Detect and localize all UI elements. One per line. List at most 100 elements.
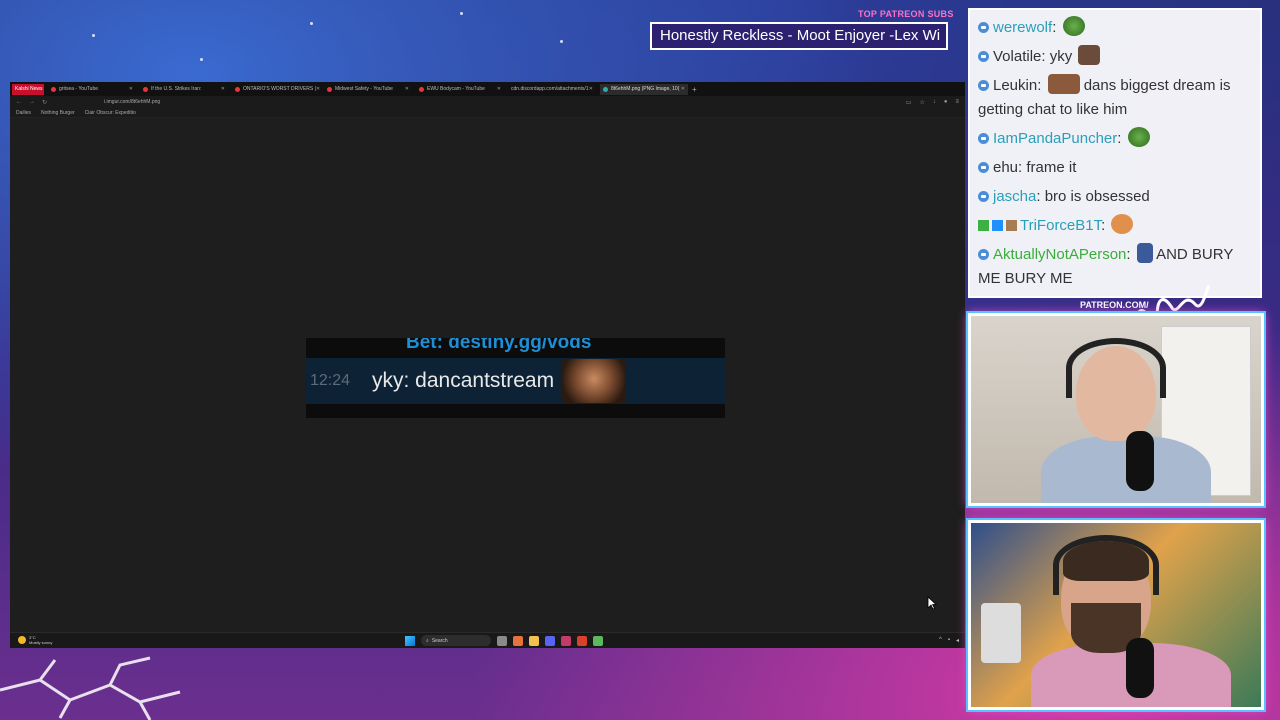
tab-discord[interactable]: cdn.discordapp.com/attachments/1 ✕ <box>508 84 596 95</box>
bookmark-nothing-burger[interactable]: Nothing Burger <box>41 110 75 116</box>
file-explorer-icon[interactable] <box>529 635 539 646</box>
close-icon[interactable]: ✕ <box>129 86 133 92</box>
chat-message: Leukin: dans biggest dream is getting ch… <box>978 74 1252 122</box>
new-tab-button[interactable]: + <box>692 85 697 94</box>
tab-ontario[interactable]: ONTARIO'S WORST DRIVERS | ✕ <box>232 84 320 95</box>
tab-label: cdn.discordapp.com/attachments/1 <box>511 86 589 92</box>
background-star <box>460 12 463 15</box>
chevron-up-icon[interactable]: ^ <box>939 637 942 644</box>
background-star <box>560 40 563 43</box>
sub-badge-icon <box>978 162 989 173</box>
image-viewer: Bet: destiny.gg/vods 12:24 yky: dancants… <box>10 118 965 632</box>
chat-text: yky <box>1049 48 1073 65</box>
taskbar-search[interactable]: ⌕ Search <box>421 635 491 646</box>
menu-icon[interactable]: ≡ <box>955 99 959 106</box>
tab-iran[interactable]: If the U.S. Strikes Iran: ✕ <box>140 84 228 95</box>
close-icon[interactable]: ✕ <box>497 86 501 92</box>
youtube-icon <box>327 86 332 92</box>
emote-icon <box>1136 243 1153 263</box>
close-icon[interactable]: ✕ <box>405 86 409 92</box>
chat-message: TriForceB1T: <box>978 214 1252 238</box>
chrome-icon[interactable] <box>577 635 587 646</box>
plant-pot <box>981 603 1021 663</box>
tab-label: 8t6ehhM.png (PNG Image, 10( <box>611 86 680 92</box>
firefox-icon[interactable] <box>513 635 523 646</box>
browser-window: Kalshi News gritsea - YouTube ✕ If the U.… <box>10 82 965 648</box>
star-icon[interactable]: ☆ <box>919 99 924 106</box>
bear-emote-icon <box>1047 74 1080 94</box>
game-badge-icon <box>1006 220 1017 231</box>
weather-widget[interactable]: 3°C Mostly sunny <box>18 635 52 645</box>
chat-message: Volatile: yky <box>978 45 1252 69</box>
chat-username: AktuallyNotAPerson <box>993 246 1127 263</box>
webcam-streamer-1 <box>968 313 1264 506</box>
chat-text: frame it <box>1026 159 1077 176</box>
extension-icon[interactable]: ● <box>944 99 948 106</box>
webcam-streamer-2 <box>968 520 1264 710</box>
emote-image <box>562 359 627 403</box>
tab-kalshi[interactable]: Kalshi News <box>12 83 44 95</box>
tab-midwest[interactable]: Midwest Safety - YouTube ✕ <box>324 84 412 95</box>
chat-username: ehu <box>993 159 1019 176</box>
close-icon[interactable]: ✕ <box>316 86 320 92</box>
monkey-emote-icon <box>1111 214 1134 234</box>
reload-icon[interactable]: ↻ <box>42 99 47 106</box>
sun-icon <box>18 636 26 644</box>
youtube-icon <box>419 86 424 92</box>
volume-icon[interactable]: ◂ <box>956 637 959 644</box>
task-view-icon[interactable] <box>497 635 507 646</box>
close-icon[interactable]: ✕ <box>681 86 685 92</box>
forward-icon[interactable]: → <box>29 99 35 105</box>
tab-ewu[interactable]: EWU Bodycam - YouTube ✕ <box>416 84 504 95</box>
tab-imgur[interactable]: 8t6ehhM.png (PNG Image, 10(✕ <box>600 83 688 95</box>
tab-label: Kalshi News <box>15 86 43 92</box>
sub-badge-icon <box>978 191 989 202</box>
chat-message: werewolf: <box>978 16 1252 40</box>
url-field[interactable]: i.imgur.com/8t6ehhM.png <box>104 99 160 105</box>
pepe-emote-icon <box>1062 16 1085 36</box>
patreon-label: TOP PATREON SUBS <box>858 9 954 19</box>
bookmark-clair-obscur[interactable]: Clair Obscur: Expeditio <box>85 110 136 116</box>
background-star <box>310 22 313 25</box>
microphone-icon <box>1126 638 1154 698</box>
tab-label: EWU Bodycam - YouTube <box>427 86 485 92</box>
download-icon[interactable]: ↓ <box>933 99 936 106</box>
close-icon[interactable]: ✕ <box>221 86 225 92</box>
network-icon[interactable]: ▪ <box>948 637 950 644</box>
app-icon[interactable] <box>593 635 603 646</box>
bookmark-dailies[interactable]: Dailies <box>16 110 31 116</box>
chat-message: ehu: frame it <box>978 156 1252 180</box>
tab-label: ONTARIO'S WORST DRIVERS | <box>243 86 316 92</box>
close-icon[interactable]: ✕ <box>589 86 593 92</box>
sub-badge-icon <box>978 51 989 62</box>
pepe-emote-icon <box>1127 127 1150 147</box>
bookmarks-bar: Dailies Nothing Burger Clair Obscur: Exp… <box>10 108 965 118</box>
image-icon <box>603 86 608 92</box>
tab-bar: Kalshi News gritsea - YouTube ✕ If the U.… <box>10 82 965 96</box>
system-tray: ^ ▪ ◂ <box>939 637 959 644</box>
sub-badge-icon <box>978 22 989 33</box>
mouse-cursor-icon <box>927 596 937 610</box>
headphones-icon <box>1066 338 1166 398</box>
youtube-icon <box>143 86 148 92</box>
game-badge-icon <box>978 220 989 231</box>
headphones-icon <box>1053 535 1159 595</box>
tab-label: gritsea - YouTube <box>59 86 99 92</box>
obs-icon[interactable] <box>561 635 571 646</box>
taskbar: 3°C Mostly sunny ⌕ Search ^ ▪ ◂ <box>10 632 965 648</box>
tab-gritsea[interactable]: gritsea - YouTube ✕ <box>48 84 136 95</box>
chat-overlay: werewolf: Volatile: yky Leukin: dans big… <box>968 8 1262 298</box>
reader-icon[interactable]: ▭ <box>906 99 912 106</box>
discord-icon[interactable] <box>545 635 555 646</box>
face-emote-icon <box>1078 45 1101 65</box>
chat-screenshot: Bet: destiny.gg/vods 12:24 yky: dancants… <box>306 338 725 418</box>
back-icon[interactable]: ← <box>16 99 22 105</box>
microphone-icon <box>1126 431 1154 491</box>
taskbar-apps: ⌕ Search <box>405 635 603 646</box>
message-text: yky: dancantstream <box>372 369 555 392</box>
tab-label: If the U.S. Strikes Iran: <box>151 86 202 92</box>
chat-message: IamPandaPuncher: <box>978 127 1252 151</box>
windows-start-icon[interactable] <box>405 635 415 646</box>
chat-username: Volatile <box>993 48 1042 65</box>
chat-username: jascha <box>993 188 1037 205</box>
